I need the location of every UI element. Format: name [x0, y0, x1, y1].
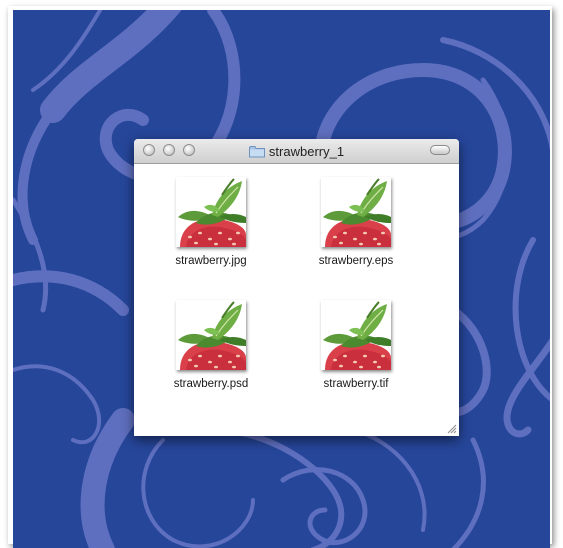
file-name[interactable]: strawberry.jpg — [156, 255, 266, 267]
file-item-psd[interactable]: strawberry.psd — [156, 300, 266, 390]
resize-grip-icon[interactable] — [445, 422, 457, 434]
window-content[interactable]: strawberry.jpg strawberry.eps strawberry… — [134, 164, 459, 436]
strawberry-thumbnail-icon[interactable] — [176, 177, 246, 247]
file-item-eps[interactable]: strawberry.eps — [301, 177, 411, 267]
toolbar-toggle-button[interactable] — [430, 145, 450, 155]
file-name[interactable]: strawberry.eps — [301, 255, 411, 267]
strawberry-thumbnail-icon[interactable] — [321, 177, 391, 247]
folder-icon — [248, 145, 265, 157]
finder-window[interactable]: strawberry_1 strawberry.jpg strawberry.e… — [134, 139, 459, 436]
file-item-jpg[interactable]: strawberry.jpg — [156, 177, 266, 267]
file-name[interactable]: strawberry.psd — [156, 378, 266, 390]
strawberry-thumbnail-icon[interactable] — [176, 300, 246, 370]
desktop[interactable]: strawberry_1 strawberry.jpg strawberry.e… — [13, 10, 550, 548]
window-title-group: strawberry_1 — [134, 142, 459, 160]
window-titlebar[interactable]: strawberry_1 — [134, 139, 459, 164]
file-name[interactable]: strawberry.tif — [301, 378, 411, 390]
file-item-tif[interactable]: strawberry.tif — [301, 300, 411, 390]
window-title: strawberry_1 — [268, 143, 345, 159]
strawberry-thumbnail-icon[interactable] — [321, 300, 391, 370]
